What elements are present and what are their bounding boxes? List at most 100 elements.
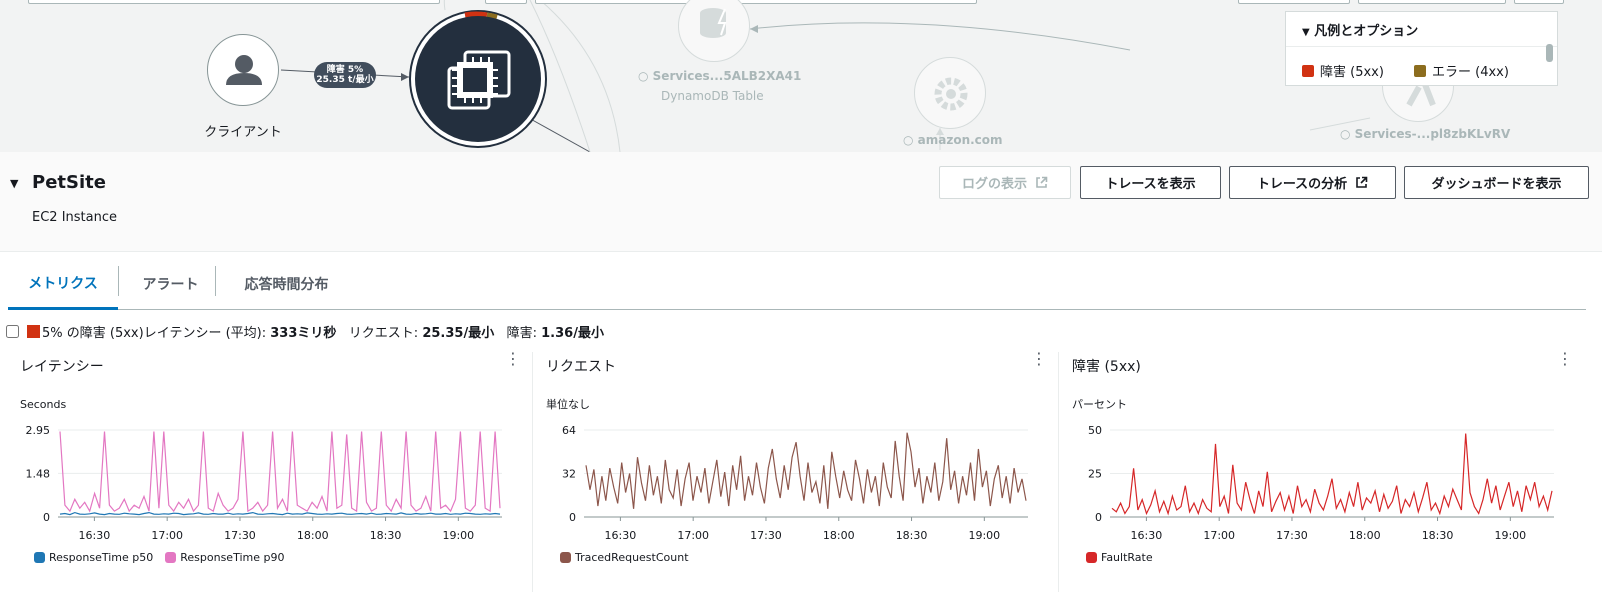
series-line-responsetime-p50	[59, 511, 501, 516]
chart-divider	[532, 352, 533, 592]
x-tick-label: 18:30	[896, 529, 928, 542]
user-icon	[226, 55, 262, 85]
latency-label: レイテンシー (平均):	[143, 326, 267, 341]
tab-metrics[interactable]: メトリクス	[8, 258, 118, 310]
toolbar-box[interactable]	[28, 0, 440, 4]
x-tick-label: 17:30	[1276, 529, 1308, 542]
legend-label: FaultRate	[1101, 551, 1153, 564]
error-swatch	[1414, 64, 1426, 77]
caret-down-icon: ▼	[1302, 27, 1310, 38]
toolbar-box[interactable]	[1358, 0, 1506, 4]
x-tick-label: 18:00	[1349, 529, 1381, 542]
x-tick-label: 17:00	[151, 529, 183, 542]
client-node[interactable]	[207, 34, 279, 106]
chart-plot[interactable]: Seconds 2.95 1.48 0 16:30 17:00 17:30 18:00 18:3…	[8, 392, 523, 552]
legend-item-fault: 障害 (5xx)	[1302, 61, 1384, 80]
latency-chart: レイテンシー ⋮ Seconds 2.95 1.48 0 16:30 17:00 17:30…	[8, 351, 523, 592]
dynamodb-name: ○ Services...5ALB2XA41	[638, 69, 802, 83]
y-tick-label: 1.48	[26, 467, 51, 480]
tab-alerts[interactable]: アラート	[119, 258, 222, 310]
requests-chart: リクエスト ⋮ 単位なし 64 32 0 16:30 17:00 17:30 18:00 18:…	[534, 351, 1049, 592]
fault-percent-label: 5% の障害 (5xx)	[42, 326, 144, 341]
lambda-name: ○ Services-...pl8zbKLvRV	[1340, 127, 1511, 141]
legend-entry[interactable]: ResponseTime p50	[34, 551, 153, 564]
toolbar-box[interactable]	[1238, 0, 1350, 4]
chart-legend: ResponseTime p50 ResponseTime p90	[34, 551, 284, 564]
trace-analytics-button[interactable]: トレースの分析	[1229, 166, 1396, 199]
x-tick-label: 18:00	[297, 529, 329, 542]
legend-label: TracedRequestCount	[575, 551, 689, 564]
y-tick-label: 32	[562, 468, 576, 481]
requests-label: リクエスト:	[348, 326, 419, 341]
y-tick-label: 0	[1095, 511, 1102, 524]
y-axis-label: パーセント	[1072, 398, 1127, 411]
dynamodb-node[interactable]	[678, 0, 750, 62]
more-options-icon[interactable]: ⋮	[1557, 351, 1573, 367]
gear-icon	[934, 77, 968, 111]
edge-label[interactable]: 障害 5% 25.35 t/最小	[314, 62, 376, 88]
ec2-instance-icon	[447, 50, 511, 110]
legend-item-label: エラー (4xx)	[1432, 65, 1509, 80]
chart-title: 障害 (5xx)	[1072, 359, 1141, 375]
x-tick-label: 16:30	[1131, 529, 1163, 542]
chart-plot[interactable]: パーセント 50 25 0 16:30 17:00 17:30 18:00 18:30 19:00	[1060, 392, 1575, 552]
legend-title: 凡例とオプション	[1314, 24, 1419, 39]
legend-item-error: エラー (4xx)	[1414, 61, 1509, 80]
faults-value: 1.36/最小	[541, 326, 604, 341]
y-axis-label: Seconds	[20, 398, 66, 411]
legend-header[interactable]: ▼ 凡例とオプション	[1302, 20, 1418, 39]
tab-response-time-distribution[interactable]: 応答時間分布	[216, 258, 357, 310]
y-tick-label: 64	[562, 424, 576, 437]
chart-legend: FaultRate	[1086, 551, 1153, 564]
faults-label: 障害:	[506, 326, 537, 341]
petsite-node[interactable]	[409, 10, 547, 148]
chart-title: レイテンシー	[20, 359, 104, 375]
more-options-icon[interactable]: ⋮	[1031, 351, 1047, 367]
fault-filter-checkbox[interactable]	[6, 325, 19, 338]
collapse-caret-icon[interactable]: ▼	[10, 177, 18, 190]
service-title: PetSite	[32, 172, 106, 193]
metrics-summary: 5% の障害 (5xx) レイテンシー (平均): 333ミリ秒 リクエスト: …	[6, 322, 604, 341]
client-label: クライアント	[204, 125, 282, 140]
x-tick-label: 16:30	[79, 529, 111, 542]
legend-item-label: 障害 (5xx)	[1320, 65, 1384, 80]
chart-plot[interactable]: 単位なし 64 32 0 16:30 17:00 17:30 18:00 18:30 19:00	[534, 392, 1049, 552]
view-traces-button[interactable]: トレースを表示	[1080, 166, 1221, 199]
requests-value: 25.35/最小	[422, 326, 495, 341]
x-tick-label: 17:30	[224, 529, 256, 542]
x-tick-label: 18:30	[1422, 529, 1454, 542]
fault-swatch	[27, 325, 40, 338]
legend-entry[interactable]: ResponseTime p90	[165, 551, 284, 564]
fault-swatch	[1302, 64, 1314, 77]
legend-swatch	[165, 552, 177, 563]
legend-scrollbar[interactable]	[1546, 44, 1553, 62]
amazon-node[interactable]	[914, 57, 986, 129]
legend-entry[interactable]: FaultRate	[1086, 551, 1153, 564]
trace-analytics-label: トレースの分析	[1256, 177, 1348, 192]
fault-chart: 障害 (5xx) ⋮ パーセント 50 25 0 16:30 17:00 17:30 18:0…	[1060, 351, 1575, 592]
x-tick-label: 18:30	[370, 529, 402, 542]
series-line-responsetime-p90	[59, 431, 501, 513]
external-link-icon	[1036, 176, 1048, 188]
latency-value: 333ミリ秒	[270, 326, 337, 341]
x-tick-label: 19:00	[1494, 529, 1526, 542]
x-tick-label: 18:00	[823, 529, 855, 542]
y-tick-label: 25	[1088, 468, 1102, 481]
legend-entry[interactable]: TracedRequestCount	[560, 551, 689, 564]
edge-fault-text: 障害 5%	[326, 65, 364, 75]
series-line-tracedrequestcount	[585, 432, 1027, 509]
toolbar-box[interactable]	[1514, 0, 1564, 4]
service-detail-header: ▼ PetSite EC2 Instance ログの表示 トレースを表示 トレー…	[0, 152, 1602, 252]
legend-swatch	[1086, 552, 1097, 563]
toolbar-box[interactable]	[535, 0, 977, 4]
y-tick-label: 0	[43, 511, 50, 524]
toolbar-box[interactable]	[485, 0, 527, 4]
legend-panel[interactable]: ▼ 凡例とオプション 障害 (5xx) エラー (4xx)	[1285, 11, 1558, 86]
view-dashboard-label: ダッシュボードを表示	[1431, 177, 1562, 192]
legend-label: ResponseTime p90	[180, 551, 285, 564]
y-tick-label: 0	[569, 511, 576, 524]
view-logs-button[interactable]: ログの表示	[939, 166, 1071, 199]
more-options-icon[interactable]: ⋮	[505, 351, 521, 367]
view-dashboard-button[interactable]: ダッシュボードを表示	[1404, 166, 1589, 199]
service-map[interactable]: クライアント 障害 5% 25.35 t/最小 ○ Services...5AL…	[0, 0, 1602, 152]
